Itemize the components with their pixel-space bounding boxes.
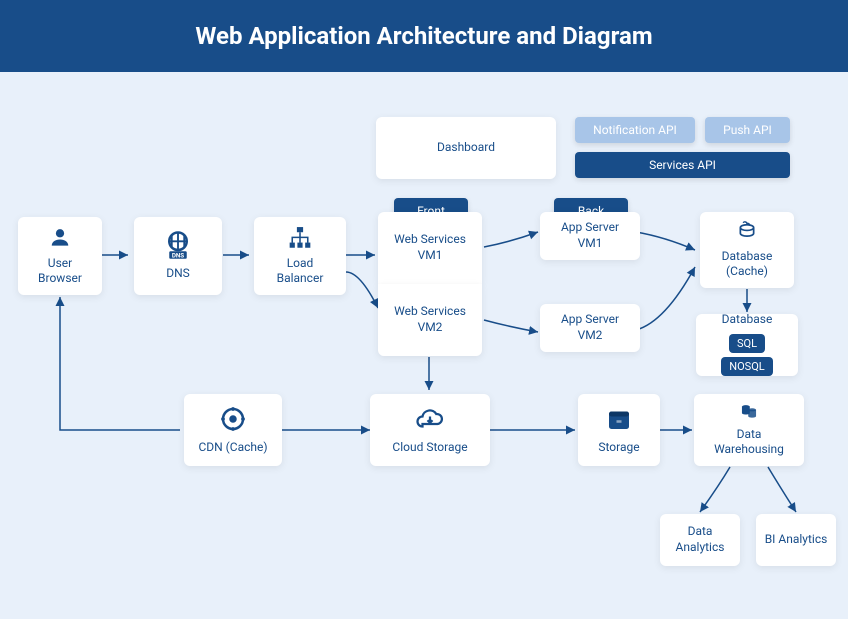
data-warehousing-box: Data Warehousing xyxy=(694,394,804,466)
web-services-vm2-box: Web Services VM2 xyxy=(378,284,482,356)
page-header: Web Application Architecture and Diagram xyxy=(0,0,848,72)
web-services-vm1-box: Web Services VM1 xyxy=(378,212,482,284)
dns-box: DNS DNS xyxy=(134,217,222,295)
svg-text:DNS: DNS xyxy=(172,252,184,260)
database-pills: SQL NOSQL xyxy=(704,332,790,378)
database-cache-box: Database (Cache) xyxy=(700,212,794,288)
db-cache-icon xyxy=(734,220,760,243)
cdn-icon xyxy=(218,404,248,434)
storage-box: Storage xyxy=(578,394,660,466)
cloud-icon xyxy=(415,404,445,434)
bi-analytics-box: BI Analytics xyxy=(756,514,836,566)
storage-icon xyxy=(604,404,634,434)
services-api-tag: Services API xyxy=(575,152,790,178)
network-icon xyxy=(285,225,315,250)
dashboard-box: Dashboard xyxy=(376,117,556,179)
dashboard-label: Dashboard xyxy=(437,140,495,156)
page-title: Web Application Architecture and Diagram xyxy=(195,22,652,50)
user-icon xyxy=(45,225,75,250)
app-server-vm1-box: App Server VM1 xyxy=(540,212,640,260)
cdn-box: CDN (Cache) xyxy=(184,394,282,466)
app-server-vm2-box: App Server VM2 xyxy=(540,304,640,352)
database-box: Database SQL NOSQL xyxy=(696,314,798,376)
data-analytics-box: Data Analytics xyxy=(660,514,740,566)
load-balancer-box: Load Balancer xyxy=(254,217,346,295)
diagram-canvas: Dashboard Notification API Push API Serv… xyxy=(0,72,848,619)
notification-api-tag: Notification API xyxy=(575,117,695,143)
globe-icon: DNS xyxy=(163,230,193,260)
nosql-pill: NOSQL xyxy=(721,357,772,376)
user-browser-box: User Browser xyxy=(18,217,102,295)
push-api-tag: Push API xyxy=(705,117,790,143)
warehouse-icon xyxy=(734,402,764,421)
sql-pill: SQL xyxy=(729,334,765,353)
cloud-storage-box: Cloud Storage xyxy=(370,394,490,466)
